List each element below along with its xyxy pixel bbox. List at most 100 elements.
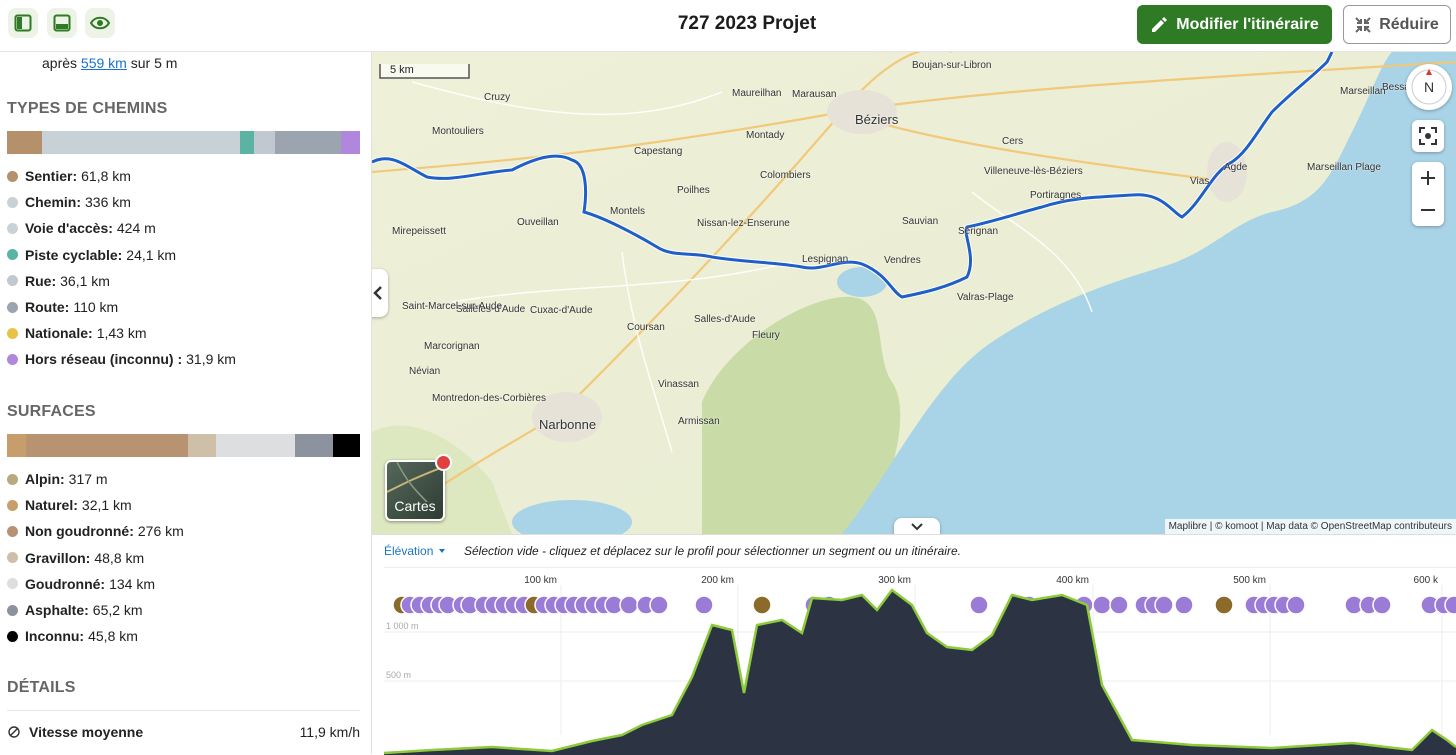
surfaces-title: SURFACES xyxy=(7,403,96,420)
distance-tick-label: 600 k xyxy=(1414,575,1439,586)
legend-item: Alpin: 317 m xyxy=(7,466,367,492)
legend-item: Chemin: 336 km xyxy=(7,189,367,215)
legend-item: Asphalte: 65,2 km xyxy=(7,597,367,623)
edit-route-button[interactable]: Modifier l'itinéraire xyxy=(1137,5,1332,44)
legend-item: Hors réseau (inconnu) :31,9 km xyxy=(7,346,367,372)
waypoint-marker-icon xyxy=(694,595,714,615)
legend-value: 276 km xyxy=(137,523,184,540)
elevation-chart[interactable]: 100 km 200 km 300 km 400 km 500 km 600 k 1 000… xyxy=(372,565,1456,755)
layers-label: Cartes xyxy=(394,498,436,514)
chevron-left-icon xyxy=(373,286,382,300)
compass-button[interactable]: N xyxy=(1406,64,1452,110)
detail-label: Vitesse moyenne xyxy=(29,724,144,740)
legend-dot-icon xyxy=(7,578,18,590)
map-layers-button[interactable]: Cartes xyxy=(385,460,445,521)
place-label: Montels xyxy=(610,206,646,217)
way-types-title: TYPES DE CHEMINS xyxy=(7,100,168,117)
elevation-panel: Élévation Sélection vide - cliquez et dé… xyxy=(372,534,1456,755)
waypoint-marker-icon xyxy=(1444,595,1456,615)
legend-dot-icon xyxy=(7,327,18,339)
bar-segment xyxy=(275,131,341,154)
place-label: Cuxac-d'Aude xyxy=(530,305,593,316)
place-label: Maureilhan xyxy=(732,88,782,99)
legend-label: Goudronné: xyxy=(25,575,106,592)
bar-segment xyxy=(187,434,217,457)
zoom-out-button[interactable] xyxy=(1420,194,1436,226)
reduce-button[interactable]: Réduire xyxy=(1343,5,1451,44)
detail-row-speed: Vitesse moyenne 11,9 km/h xyxy=(7,724,360,740)
legend-value: 24,1 km xyxy=(126,246,177,263)
elevation-tab[interactable]: Élévation xyxy=(384,544,446,558)
reduce-label: Réduire xyxy=(1379,15,1439,33)
legend-label: Nationale: xyxy=(25,325,93,342)
zoom-in-button[interactable] xyxy=(1420,162,1436,194)
legend-value: 45,8 km xyxy=(88,628,138,645)
bar-segment xyxy=(216,434,296,457)
bar-segment xyxy=(42,131,240,154)
legend-dot-icon xyxy=(7,301,18,313)
place-label: Montady xyxy=(746,130,785,141)
map-thumbnail-icon xyxy=(387,462,443,503)
distance-link[interactable]: 559 km xyxy=(81,55,127,71)
map-view[interactable]: 5 km Boujan-sur-Libron Marausan Cruzy Maure… xyxy=(372,52,1456,534)
place-label: Saint-Marcel-sur-Aude xyxy=(402,301,503,312)
legend-value: 317 m xyxy=(68,471,108,488)
place-label: Marseillan Plage xyxy=(1307,162,1381,173)
place-label: Vendres xyxy=(884,255,921,266)
collapse-arrows-icon xyxy=(1355,16,1371,33)
distance-tick-label: 500 km xyxy=(1233,575,1266,586)
place-label: Mirepeissett xyxy=(392,226,446,237)
toggle-elevation-button[interactable] xyxy=(894,518,940,534)
legend-dot-icon xyxy=(7,275,18,287)
legend-dot-icon xyxy=(7,473,18,485)
place-label: Narbonne xyxy=(539,417,597,432)
place-label: Vias xyxy=(1190,176,1210,187)
place-label: Villeneuve-lès-Béziers xyxy=(984,166,1083,177)
waypoint-marker-icon xyxy=(1174,595,1194,615)
detail-value: 11,9 km/h xyxy=(299,724,360,740)
legend-label: Route: xyxy=(25,299,70,316)
place-label: Cers xyxy=(1002,136,1024,147)
previous-row-text: après 559 km sur 5 m xyxy=(42,55,177,71)
legend-label: Piste cyclable: xyxy=(25,246,123,263)
plus-icon xyxy=(1421,171,1435,185)
legend-dot-icon xyxy=(7,353,18,365)
legend-value: 65,2 km xyxy=(92,602,143,619)
focus-frame-icon xyxy=(1419,127,1437,145)
legend-item: Non goudronné: 276 km xyxy=(7,518,367,544)
place-label: Agde xyxy=(1224,162,1248,173)
route-stats-sidebar: après 559 km sur 5 m TYPES DE CHEMINS Se… xyxy=(0,52,372,754)
legend-item: Inconnu: 45,8 km xyxy=(7,623,367,649)
place-label: Marausan xyxy=(792,89,837,100)
legend-dot-icon xyxy=(7,525,18,537)
place-label: Boujan-sur-Libron xyxy=(912,60,992,71)
place-label: Poilhes xyxy=(677,185,710,196)
legend-value: 36,1 km xyxy=(60,272,110,289)
place-label: Valras-Plage xyxy=(957,292,1014,303)
place-label: Marseillan xyxy=(1340,86,1386,97)
compass-label: N xyxy=(1423,79,1435,95)
waypoint-marker-icon xyxy=(969,595,989,615)
legend-value: 424 m xyxy=(116,220,156,237)
distance-tick-label: 100 km xyxy=(524,575,557,586)
legend-label: Inconnu: xyxy=(25,628,85,645)
place-label: Nissan-lez-Enserune xyxy=(697,218,790,229)
bar-segment xyxy=(254,131,276,154)
zoom-controls xyxy=(1412,162,1444,226)
legend-dot-icon xyxy=(7,630,18,642)
legend-value: 48,8 km xyxy=(94,549,145,566)
pencil-icon xyxy=(1152,16,1168,32)
legend-label: Rue: xyxy=(25,272,57,289)
top-bar: 727 2023 Projet Modifier l'itinéraire Ré… xyxy=(0,0,1456,52)
place-label: Colombiers xyxy=(760,170,811,181)
fit-route-button[interactable] xyxy=(1412,120,1444,152)
bar-segment xyxy=(7,434,26,457)
collapse-sidebar-handle[interactable] xyxy=(372,269,388,317)
place-label: Marcorignan xyxy=(424,341,480,352)
selection-hint: Sélection vide - cliquez et déplacez sur… xyxy=(464,544,961,558)
legend-value: 1,43 km xyxy=(96,325,147,342)
map-canvas xyxy=(372,52,1456,534)
elevation-area xyxy=(384,590,1456,755)
notification-dot xyxy=(435,454,452,471)
legend-item: Route: 110 km xyxy=(7,294,367,320)
